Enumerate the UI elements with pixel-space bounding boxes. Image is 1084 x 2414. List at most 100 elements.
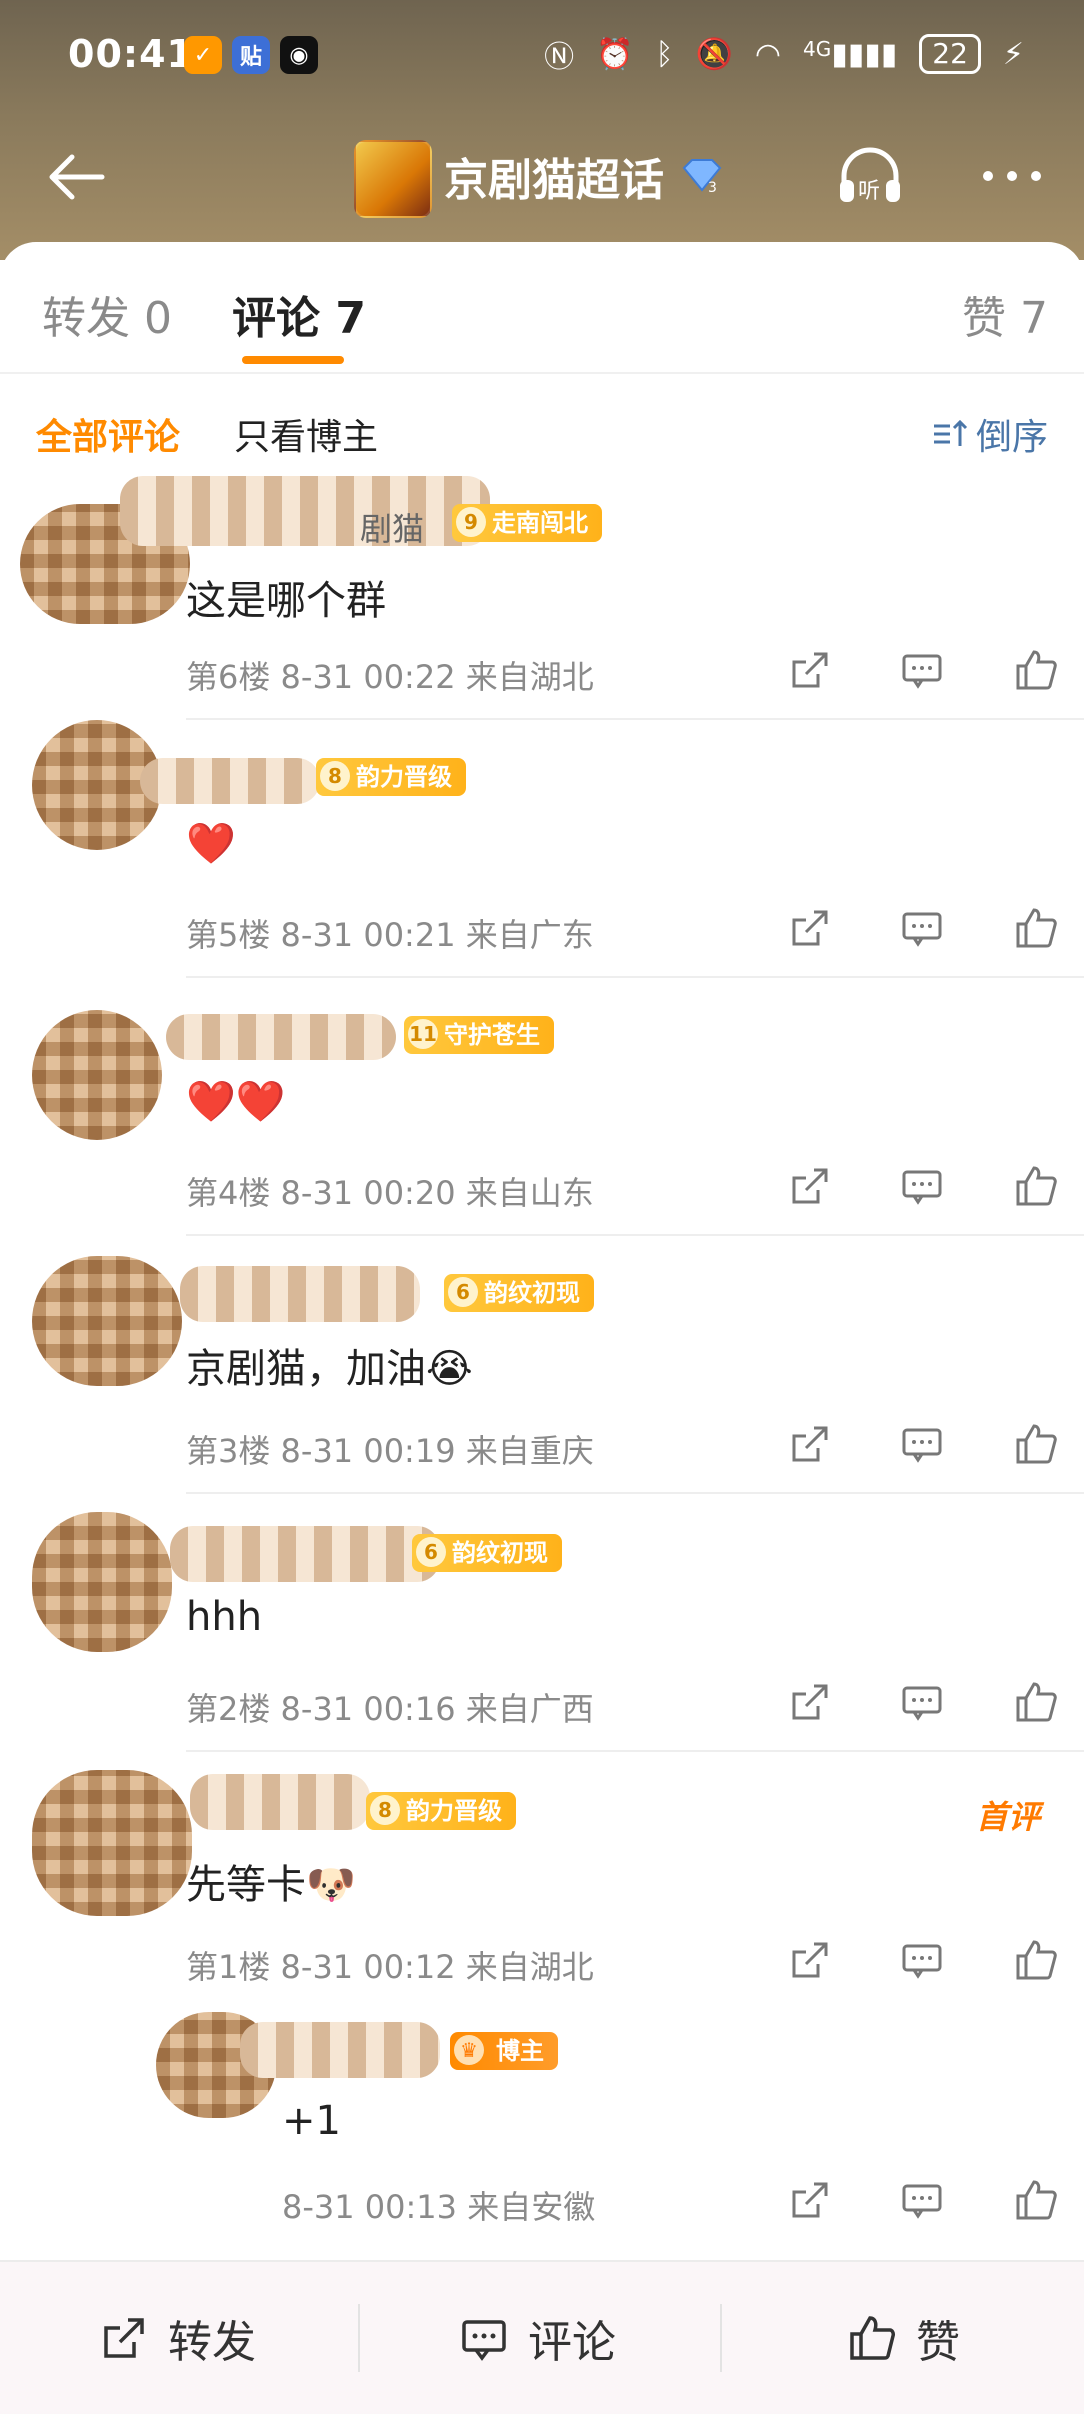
tab-bar: 转发 0 评论 7 赞 7 — [0, 278, 1084, 358]
like-icon[interactable] — [1010, 902, 1062, 954]
like-icon[interactable] — [1010, 644, 1062, 696]
comment-meta: 第1楼 8-31 00:12 来自湖北 — [186, 1948, 594, 1986]
share-icon[interactable] — [784, 1418, 836, 1470]
filter-host-only[interactable]: 只看博主 — [234, 408, 378, 460]
status-time: 00:41 — [68, 32, 194, 76]
bottom-action-bar: 转发 评论 赞 — [0, 2260, 1084, 2414]
comment-item: 11 守护苍生 ❤️❤️ 第4楼 8-31 00:20 来自山东 — [0, 976, 1084, 1236]
comment-text: hhh — [186, 1594, 263, 1640]
level-badge: 11 守护苍生 — [404, 1016, 554, 1054]
sort-order-button[interactable]: 倒序 — [932, 408, 1048, 460]
username-blurred[interactable] — [190, 1774, 370, 1830]
comment-meta: 第5楼 8-31 00:21 来自广东 — [186, 916, 594, 954]
level-badge: 9 走南闯北 — [452, 504, 602, 542]
sort-order-label: 倒序 — [975, 417, 1048, 458]
share-icon[interactable] — [784, 2174, 836, 2226]
username-blurred[interactable] — [180, 1266, 420, 1322]
like-icon[interactable] — [1010, 1418, 1062, 1470]
first-comment-tag: 首评 — [975, 1798, 1040, 1836]
username-partial: 剧猫 — [360, 510, 425, 548]
avatar[interactable] — [32, 1256, 182, 1386]
username-blurred[interactable] — [140, 758, 320, 804]
username-blurred[interactable] — [166, 1014, 396, 1060]
level-badge: 8 韵力晋级 — [316, 758, 466, 796]
comment-text: 京剧猫，加油😭 — [186, 1346, 473, 1392]
bottom-like-label: 赞 — [916, 2317, 960, 2368]
comment-actions — [754, 2174, 1084, 2234]
bottom-like-button[interactable]: 赞 — [846, 2262, 960, 2414]
comment-icon — [462, 2320, 506, 2361]
tieba-app-icon: ✓ — [184, 36, 222, 74]
reply-icon[interactable] — [896, 1676, 948, 1728]
share-icon — [104, 2318, 144, 2358]
reply-icon[interactable] — [896, 644, 948, 696]
nav-bar: 京剧猫超话 3 听 — [0, 130, 1084, 226]
svg-text:3: 3 — [708, 180, 717, 196]
tab-like[interactable]: 赞 7 — [962, 282, 1048, 346]
qq-icon: ◉ — [280, 36, 318, 74]
topic-avatar[interactable] — [354, 140, 432, 218]
bottom-repost-label: 转发 — [168, 2317, 256, 2368]
comment-meta: 8-31 00:13 来自安徽 — [282, 2188, 596, 2226]
comment-meta: 第3楼 8-31 00:19 来自重庆 — [186, 1432, 594, 1470]
battery-icon: 22 — [919, 34, 981, 74]
share-icon[interactable] — [784, 902, 836, 954]
back-arrow-icon[interactable] — [42, 142, 112, 212]
tieba-badge-icon: 贴 — [232, 36, 270, 74]
reply-icon[interactable] — [896, 902, 948, 954]
like-icon[interactable] — [1010, 1160, 1062, 1212]
signal-icon: 4G▮▮▮▮ — [803, 36, 898, 72]
share-icon[interactable] — [784, 1160, 836, 1212]
comment-meta: 第6楼 8-31 00:22 来自湖北 — [186, 658, 594, 696]
level-badge: 8 韵力晋级 — [366, 1792, 516, 1830]
bottom-comment-button[interactable]: 评论 — [458, 2262, 616, 2414]
comment-meta: 第4楼 8-31 00:20 来自山东 — [186, 1174, 594, 1212]
filter-all[interactable]: 全部评论 — [36, 408, 180, 460]
nfc-icon: Ⓝ — [544, 40, 575, 75]
headphones-icon[interactable]: 听 — [830, 136, 910, 216]
topic-title[interactable]: 京剧猫超话 — [444, 144, 664, 208]
reply-item: ♛ 博主 +1 8-31 00:13 来自安徽 — [0, 2000, 1084, 2250]
avatar[interactable] — [32, 1770, 192, 1916]
comment-item: 6 韵纹初现 hhh 第2楼 8-31 00:16 来自广西 — [0, 1492, 1084, 1752]
avatar[interactable] — [32, 1512, 172, 1652]
share-icon[interactable] — [784, 1934, 836, 1986]
mute-icon: 🔕 — [695, 36, 733, 72]
tab-comment[interactable]: 评论 7 — [232, 282, 366, 346]
tab-active-indicator — [242, 356, 344, 364]
comment-text: 这是哪个群 — [186, 578, 386, 624]
share-icon[interactable] — [784, 1676, 836, 1728]
level-badge: 6 韵纹初现 — [444, 1274, 594, 1312]
comment-text: ❤️ — [186, 821, 236, 867]
reply-icon[interactable] — [896, 1160, 948, 1212]
more-options-icon[interactable] — [972, 136, 1052, 216]
wifi-icon: ◠ — [754, 36, 781, 72]
charging-icon: ⚡ — [1002, 36, 1024, 72]
comment-item: 8 韵力晋级 ❤️ 第5楼 8-31 00:21 来自广东 — [0, 718, 1084, 978]
username-blurred[interactable] — [170, 1526, 440, 1582]
share-icon[interactable] — [784, 644, 836, 696]
reply-icon[interactable] — [896, 1418, 948, 1470]
comment-actions — [754, 1934, 1084, 1994]
like-icon[interactable] — [1010, 1676, 1062, 1728]
reply-icon[interactable] — [896, 1934, 948, 1986]
divider — [0, 372, 1084, 374]
divider — [720, 2304, 722, 2372]
username-blurred[interactable] — [240, 2022, 440, 2078]
host-badge: ♛ 博主 — [450, 2032, 558, 2070]
reply-icon[interactable] — [896, 2174, 948, 2226]
bottom-repost-button[interactable]: 转发 — [98, 2262, 256, 2414]
avatar[interactable] — [32, 1010, 162, 1140]
comment-item: 6 韵纹初现 京剧猫，加油😭 第3楼 8-31 00:19 来自重庆 — [0, 1234, 1084, 1494]
like-icon[interactable] — [1010, 1934, 1062, 1986]
username-blurred[interactable] — [120, 476, 490, 546]
bluetooth-icon: ᛒ — [655, 36, 674, 72]
divider — [358, 2304, 360, 2372]
comment-meta: 第2楼 8-31 00:16 来自广西 — [186, 1690, 594, 1728]
tab-repost[interactable]: 转发 0 — [42, 282, 172, 346]
bottom-comment-label: 评论 — [528, 2317, 616, 2368]
comment-text: +1 — [282, 2098, 341, 2144]
comment-item: 剧猫 9 走南闯北 这是哪个群 第6楼 8-31 00:22 来自湖北 — [0, 460, 1084, 720]
diamond-level-icon: 3 — [678, 156, 726, 196]
like-icon[interactable] — [1010, 2174, 1062, 2226]
